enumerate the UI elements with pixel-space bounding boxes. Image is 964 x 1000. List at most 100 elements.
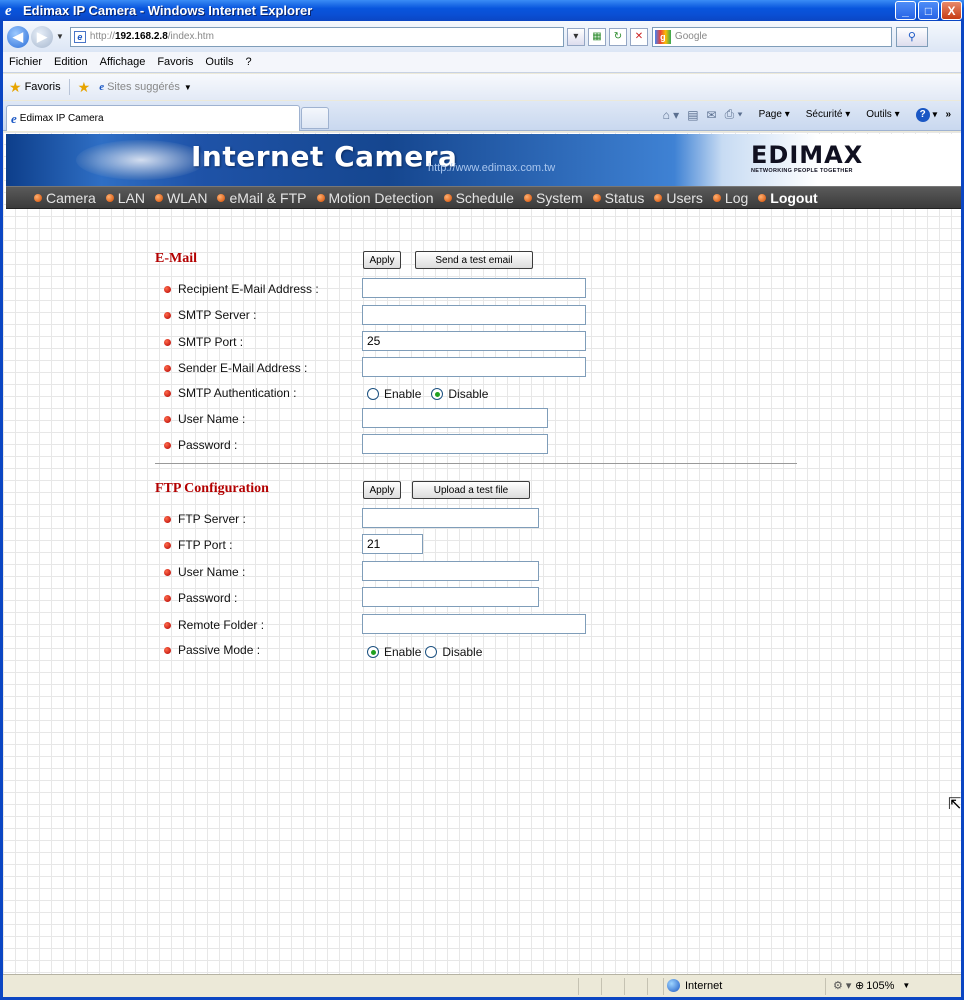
page-viewport: Internet Camera http://www.edimax.com.tw…	[3, 132, 961, 974]
security-zone[interactable]: Internet	[667, 979, 722, 992]
tab-label: Edimax IP Camera	[19, 113, 104, 124]
zoom-control[interactable]: ⊕ 105% ▼	[855, 979, 910, 993]
nav-logout[interactable]: Logout	[758, 190, 818, 206]
passive-disable-label: Disable	[442, 645, 483, 659]
menu-affichage[interactable]: Affichage	[100, 56, 146, 68]
minimize-button[interactable]: _	[895, 1, 916, 20]
tab-ie-icon: e	[11, 110, 17, 126]
compatibility-icon[interactable]: ▦	[587, 27, 606, 46]
page-menu[interactable]: Page ▾	[751, 109, 790, 120]
new-tab-button[interactable]	[301, 107, 329, 129]
back-button[interactable]: ◀	[7, 25, 29, 48]
mail-icon[interactable]: ✉	[707, 108, 717, 122]
nav-email-ftp[interactable]: eMail & FTP	[217, 190, 307, 206]
nav-status[interactable]: Status	[592, 189, 645, 206]
recipient-email-field[interactable]	[362, 278, 586, 298]
bullet-icon	[164, 415, 171, 423]
nav-label: Status	[604, 189, 645, 206]
upload-test-file-button[interactable]: Upload a test file	[412, 481, 530, 499]
stop-icon[interactable]: ✕	[629, 27, 648, 46]
remote-folder-field[interactable]	[362, 614, 586, 634]
passive-mode-label: Passive Mode :	[164, 643, 260, 657]
section-divider	[155, 463, 797, 464]
mouse-cursor-icon: ⇱	[948, 796, 961, 813]
passive-disable-radio[interactable]	[425, 646, 438, 658]
forward-button[interactable]: ▶	[31, 25, 53, 48]
ftp-password-field[interactable]	[362, 587, 539, 607]
feeds-icon[interactable]: ▤	[687, 108, 698, 122]
add-favorite-icon[interactable]: ★	[78, 79, 91, 96]
smtp-auth-disable-label: Disable	[448, 387, 489, 401]
world-map-graphic	[76, 140, 206, 180]
globe-icon	[667, 979, 680, 992]
home-icon[interactable]: ⌂ ▾	[663, 108, 680, 122]
favorites-button[interactable]: Favoris	[25, 81, 61, 93]
help-menu[interactable]: ? ▾	[908, 107, 937, 122]
tab-bar: e Edimax IP Camera ⌂ ▾ ▤ ✉ ⎙ ▾ Page ▾ Sé…	[3, 101, 961, 131]
tab-edimax[interactable]: e Edimax IP Camera	[6, 105, 300, 131]
page-icon: e	[73, 30, 86, 43]
suggested-sites-link[interactable]: Sites suggérés	[107, 81, 180, 93]
refresh-icon[interactable]: ↻	[608, 27, 627, 46]
recipient-label: Recipient E-Mail Address :	[164, 282, 319, 296]
nav-lan[interactable]: LAN	[105, 190, 145, 206]
smtp-auth-disable-radio[interactable]	[431, 388, 444, 400]
page-menu-label: Page	[758, 109, 782, 120]
email-apply-button[interactable]: Apply	[363, 251, 401, 269]
security-menu-label: Sécurité	[805, 109, 843, 120]
nav-camera[interactable]: Camera	[34, 190, 96, 206]
print-icon[interactable]: ⎙ ▾	[725, 107, 743, 122]
menu-edition[interactable]: Edition	[54, 56, 88, 68]
send-test-email-button[interactable]: Send a test email	[415, 251, 533, 269]
smtp-auth-enable-radio[interactable]	[367, 388, 379, 400]
chevron-down-icon[interactable]: ▼	[184, 83, 192, 92]
close-button[interactable]: X	[941, 1, 962, 20]
nav-log[interactable]: Log	[712, 190, 748, 206]
nav-system[interactable]: System	[523, 190, 583, 206]
menu-favoris[interactable]: Favoris	[157, 56, 193, 68]
chevron-right-icon[interactable]: »	[945, 109, 951, 120]
nav-bullet-icon	[217, 193, 226, 202]
ftp-apply-button[interactable]: Apply	[363, 481, 401, 499]
ftp-username-field[interactable]	[362, 561, 539, 581]
history-dropdown-icon[interactable]: ▼	[56, 32, 64, 41]
menu-help[interactable]: ?	[246, 56, 252, 68]
security-menu[interactable]: Sécurité ▾	[798, 109, 851, 120]
passive-mode-label-text: Passive Mode :	[178, 643, 261, 657]
bullet-icon	[164, 364, 171, 372]
email-password-field[interactable]	[362, 434, 548, 454]
nav-wlan[interactable]: WLAN	[155, 190, 207, 206]
maximize-button[interactable]: □	[918, 1, 939, 20]
smtp-port-field[interactable]: 25	[362, 331, 586, 351]
smtp-port-label-text: SMTP Port :	[178, 335, 244, 349]
email-username-field[interactable]	[362, 408, 548, 428]
nav-schedule[interactable]: Schedule	[443, 190, 514, 206]
nav-bullet-icon	[155, 193, 164, 202]
url-input[interactable]: e http://192.168.2.8/index.htm	[69, 26, 564, 47]
ftp-port-field[interactable]: 21	[362, 534, 423, 554]
nav-users[interactable]: Users	[654, 190, 703, 206]
search-input[interactable]: g Google	[651, 26, 892, 47]
menu-outils[interactable]: Outils	[205, 56, 233, 68]
menu-bar: Fichier Edition Affichage Favoris Outils…	[3, 52, 961, 73]
sender-email-field[interactable]	[362, 357, 586, 377]
url-dropdown-icon[interactable]: ▾	[566, 27, 585, 46]
passive-enable-radio[interactable]	[367, 646, 379, 658]
ftp-port-label-text: FTP Port :	[178, 538, 233, 552]
smtp-server-field[interactable]	[362, 305, 586, 325]
search-icon[interactable]: ⚲	[895, 26, 928, 47]
bullet-icon	[164, 285, 171, 293]
edimax-logo: EDIMAX	[751, 141, 864, 169]
toolbar-separator	[68, 79, 70, 95]
bullet-icon	[164, 311, 171, 319]
ftp-server-label-text: FTP Server :	[178, 512, 246, 526]
protected-mode-icon[interactable]: ⚙ ▾	[833, 979, 851, 992]
email-username-label-text: User Name :	[178, 412, 246, 426]
ftp-server-field[interactable]	[362, 508, 539, 528]
menu-fichier[interactable]: Fichier	[9, 56, 42, 68]
tools-menu[interactable]: Outils ▾	[858, 109, 899, 120]
bullet-icon	[164, 389, 171, 397]
nav-motion-detection[interactable]: Motion Detection	[316, 190, 434, 206]
url-path: /index.htm	[167, 31, 214, 42]
ie-page-icon: e	[99, 81, 105, 93]
